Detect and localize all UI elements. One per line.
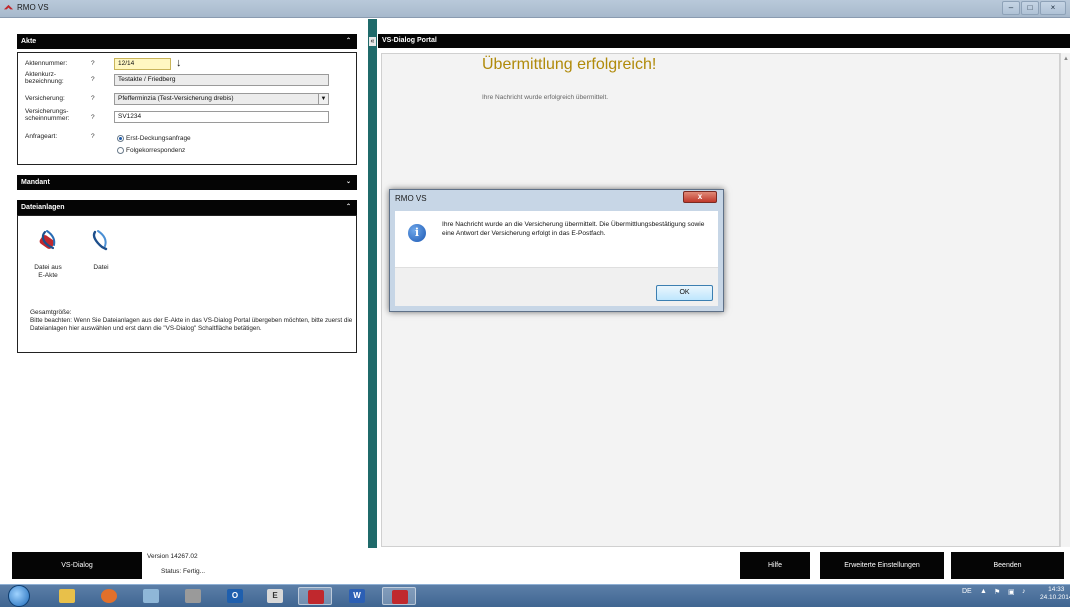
taskbar-explorer[interactable]	[50, 587, 84, 605]
version-label: Version 14267.02	[147, 553, 198, 560]
taskbar-clock[interactable]: 14:33 24.10.2014	[1040, 586, 1070, 602]
taskbar-elo[interactable]: E	[258, 587, 292, 605]
versicherung-label: Versicherung:	[25, 95, 65, 102]
window-title: RMO VS	[17, 3, 49, 12]
collapse-up-icon[interactable]: ⌃	[346, 200, 351, 215]
hilfe-button[interactable]: Hilfe	[740, 552, 810, 579]
dialog-close-button[interactable]: x	[683, 191, 717, 203]
clock-date: 24.10.2014	[1040, 594, 1070, 601]
taskbar-rmo[interactable]	[298, 587, 332, 605]
vs-dialog-button[interactable]: VS-Dialog	[12, 552, 142, 579]
status-label: Status: Fertig...	[161, 568, 206, 575]
windows-start-icon[interactable]	[8, 585, 30, 607]
radio-erst-deckungsanfrage[interactable]: Erst-Deckungsanfrage	[117, 135, 191, 142]
dateianlagen-hint: Bitte beachten: Wenn Sie Dateianlagen au…	[30, 317, 353, 332]
rmo-app-icon	[3, 4, 14, 10]
help-versicherung[interactable]: ?	[91, 95, 95, 102]
versicherung-value: Pfefferminzia (Test-Versicherung drebis)	[118, 95, 234, 102]
kurzbez-field: Testakte / Friedberg	[114, 74, 329, 86]
outlook-icon: O	[227, 589, 243, 603]
minimize-button[interactable]: –	[1002, 1, 1020, 15]
clock-time: 14:33	[1048, 586, 1065, 593]
help-aktennummer[interactable]: ?	[91, 60, 95, 67]
taskbar-word[interactable]: W	[340, 587, 374, 605]
dropdown-arrow-icon[interactable]: ▼	[318, 94, 328, 104]
rmo-icon	[308, 590, 324, 604]
maximize-button[interactable]: □	[1021, 1, 1039, 15]
radio-selected-icon	[117, 135, 124, 142]
message-dialog: RMO VS x i Ihre Nachricht wurde an die V…	[389, 189, 724, 312]
aktennummer-input[interactable]: 12/14	[114, 58, 171, 70]
tray-network-icon[interactable]: ▣	[1008, 588, 1015, 596]
folder-icon	[59, 589, 75, 603]
dateianlagen-header-title: Dateianlagen	[21, 204, 65, 211]
calculator-icon	[143, 589, 159, 603]
language-indicator[interactable]: DE	[962, 588, 972, 595]
dateianlagen-section-header[interactable]: Dateianlagen ⌃	[17, 200, 357, 215]
scroll-up-icon[interactable]: ▲	[1063, 56, 1069, 62]
dialog-title: RMO VS	[395, 194, 427, 203]
collapse-up-icon[interactable]: ⌃	[346, 34, 351, 49]
show-hidden-icons-icon[interactable]: ▲	[980, 588, 987, 595]
success-text: Ihre Nachricht wurde erfolgreich übermit…	[482, 94, 609, 101]
gesamtgroesse-label: Gesamtgröße:	[30, 309, 72, 316]
datei-aus-eakte-label: Datei aus E-Akte	[34, 264, 62, 279]
help-anfrageart[interactable]: ?	[91, 133, 95, 140]
radio-folge-label: Folgekorrespondenz	[126, 147, 186, 154]
aktennummer-label: Aktennummer:	[25, 60, 68, 67]
radio-folgekorrespondenz[interactable]: Folgekorrespondenz	[117, 147, 185, 154]
taskbar-firefox[interactable]	[92, 587, 126, 605]
tray-flag-icon[interactable]: ⚑	[994, 588, 1000, 596]
akte-section-header[interactable]: Akte ⌃	[17, 34, 357, 49]
word-icon: W	[349, 589, 365, 603]
paperclip-eakte-icon[interactable]	[37, 228, 61, 252]
beenden-button[interactable]: Beenden	[951, 552, 1064, 579]
help-schein[interactable]: ?	[91, 114, 95, 121]
anfrageart-label: Anfrageart:	[25, 133, 58, 140]
schein-label: Versicherungs- scheinnummer:	[25, 108, 70, 122]
dialog-footer: OK	[395, 267, 718, 306]
taskbar-calculator[interactable]	[134, 587, 168, 605]
akte-header-title: Akte	[21, 38, 37, 45]
versicherung-select[interactable]: Pfefferminzia (Test-Versicherung drebis)…	[114, 93, 329, 105]
elo-icon: E	[267, 589, 283, 603]
datei-label: Datei	[93, 264, 109, 271]
arrow-down-icon[interactable]: ↓	[176, 57, 182, 69]
success-title: Übermittlung erfolgreich!	[482, 56, 657, 73]
help-kurzbez[interactable]: ?	[91, 76, 95, 83]
paperclip-icon[interactable]	[89, 228, 113, 252]
dialog-message: Ihre Nachricht wurde an die Versicherung…	[442, 221, 705, 237]
expand-down-icon[interactable]: ⌄	[346, 175, 351, 190]
dialog-content: i Ihre Nachricht wurde an die Versicheru…	[395, 211, 718, 267]
scheinnummer-input[interactable]: SV1234	[114, 111, 329, 123]
tray-volume-icon[interactable]: ♪	[1022, 588, 1026, 595]
portal-scrollbar[interactable]: ▲	[1060, 53, 1070, 547]
taskbar-rmo-vs[interactable]	[382, 587, 416, 605]
info-icon: i	[408, 224, 426, 242]
radio-unselected-icon	[117, 147, 124, 154]
erweiterte-einstellungen-button[interactable]: Erweiterte Einstellungen	[820, 552, 944, 579]
mandant-section-header[interactable]: Mandant ⌄	[17, 175, 357, 190]
collapse-left-icon[interactable]: «	[369, 37, 376, 46]
ok-button[interactable]: OK	[656, 285, 713, 301]
rmo-vs-icon	[392, 590, 408, 604]
radio-erst-label: Erst-Deckungsanfrage	[126, 135, 191, 142]
mandant-header-title: Mandant	[21, 179, 50, 186]
firefox-icon	[101, 589, 117, 603]
portal-header: VS-Dialog Portal	[378, 34, 1070, 48]
window-titlebar: RMO VS – □ ×	[0, 0, 1070, 18]
pane-splitter[interactable]: «	[368, 19, 377, 548]
close-window-button[interactable]: ×	[1040, 1, 1066, 15]
kurzbez-label: Aktenkurz- bezeichnung:	[25, 71, 64, 85]
tools-icon	[185, 589, 201, 603]
taskbar-outlook[interactable]: O	[218, 587, 252, 605]
taskbar-tools[interactable]	[176, 587, 210, 605]
